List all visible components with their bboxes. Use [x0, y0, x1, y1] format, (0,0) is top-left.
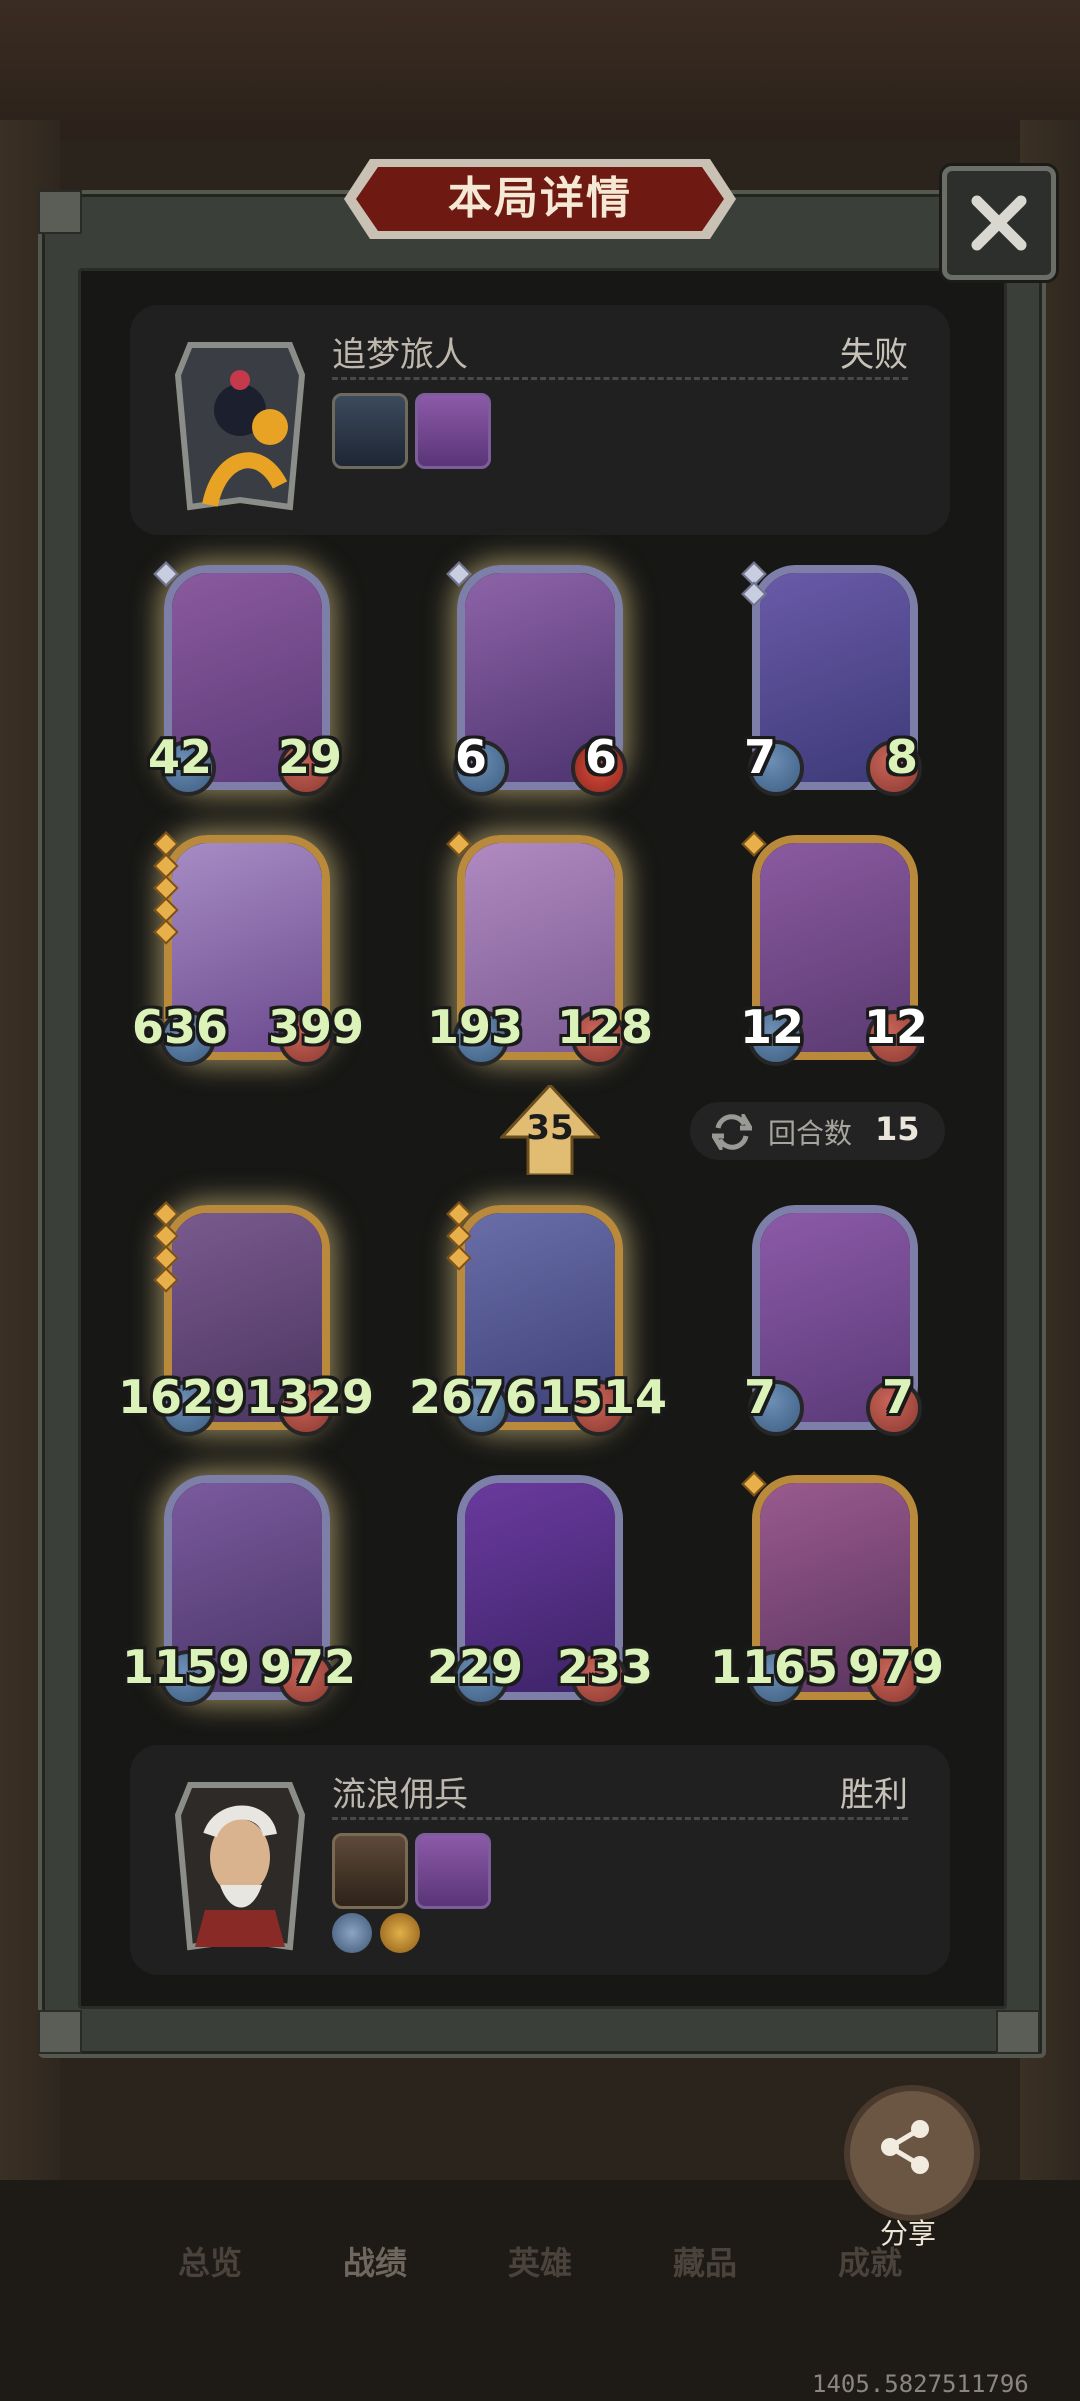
attack-value: 1629: [118, 1370, 247, 1424]
frame-corner: [996, 2010, 1040, 2054]
opponent-avatar[interactable]: [170, 335, 310, 515]
share-button[interactable]: [844, 2085, 980, 2221]
player-card[interactable]: 1159 972: [122, 1465, 356, 1710]
attack-value: 229: [427, 1640, 524, 1694]
attack-value: 193: [427, 1000, 524, 1054]
opponent-card[interactable]: 42 29: [148, 555, 342, 800]
tab-records[interactable]: 战绩: [315, 2238, 435, 2284]
divider: [332, 1817, 908, 1820]
title-plate: 本局详情: [340, 155, 740, 243]
player-card[interactable]: 229 233: [427, 1465, 653, 1710]
player-card[interactable]: 1629 1329: [118, 1195, 374, 1440]
player-result: 胜利: [840, 1775, 908, 1815]
opponent-name: 追梦旅人: [332, 335, 468, 375]
sword-chip-icon[interactable]: [332, 1913, 372, 1953]
frame-corner: [38, 2010, 82, 2054]
close-icon: [971, 195, 1027, 251]
attack-value: 636: [132, 1000, 229, 1054]
health-value: 128: [556, 1000, 653, 1054]
close-button[interactable]: [942, 166, 1056, 280]
rounds-label: 回合数: [768, 1117, 853, 1150]
opponent-result: 失败: [840, 335, 908, 375]
tab-achievements[interactable]: 成就: [810, 2238, 930, 2284]
fire-lantern-item[interactable]: [332, 1833, 408, 1909]
opponent-panel: 追梦旅人 失败: [130, 305, 950, 535]
health-value: 6: [584, 730, 617, 784]
player-card[interactable]: 7 7: [740, 1195, 930, 1440]
opponent-card[interactable]: 636 399: [132, 825, 364, 1070]
level-value: 35: [526, 1108, 574, 1148]
health-value: 7: [881, 1370, 914, 1424]
health-value: 29: [277, 730, 342, 784]
attack-value: 6: [455, 730, 488, 784]
page-title: 本局详情: [448, 173, 632, 224]
rounds-value: 15: [875, 1110, 920, 1148]
health-value: 8: [885, 730, 918, 784]
tab-collection[interactable]: 藏品: [645, 2238, 765, 2284]
player-card[interactable]: 1165 979: [710, 1465, 944, 1710]
jewel-chest-item[interactable]: [415, 393, 491, 469]
attack-value: 42: [148, 730, 213, 784]
jewel-chest-item[interactable]: [415, 1833, 491, 1909]
attack-value: 1165: [710, 1640, 839, 1694]
health-value: 12: [863, 1000, 928, 1054]
attack-value: 12: [740, 1000, 805, 1054]
player-panel: 流浪佣兵 胜利: [130, 1745, 950, 1975]
opponent-card[interactable]: 7 8: [740, 555, 930, 800]
health-value: 972: [259, 1640, 356, 1694]
gold-ring-chip-icon[interactable]: [380, 1913, 420, 1953]
health-value: 1329: [245, 1370, 374, 1424]
cycle-icon: [712, 1114, 752, 1150]
health-value: 1514: [538, 1370, 667, 1424]
attack-value: 1159: [122, 1640, 251, 1694]
player-name: 流浪佣兵: [332, 1775, 468, 1815]
background-top: [0, 0, 1080, 140]
tab-overview[interactable]: 总览: [150, 2238, 270, 2284]
attack-value: 2676: [409, 1370, 538, 1424]
attack-value: 7: [744, 730, 777, 784]
opponent-card[interactable]: 12 12: [740, 825, 930, 1070]
player-card[interactable]: 2676 1514: [409, 1195, 667, 1440]
health-value: 399: [267, 1000, 364, 1054]
tab-heroes[interactable]: 英雄: [480, 2238, 600, 2284]
attack-value: 7: [744, 1370, 777, 1424]
opponent-card[interactable]: 193 128: [427, 825, 653, 1070]
frame-corner: [38, 190, 82, 234]
player-avatar[interactable]: [170, 1775, 310, 1955]
footer-id: 1405.5827511796: [812, 2370, 1029, 2398]
health-value: 979: [847, 1640, 944, 1694]
health-value: 233: [556, 1640, 653, 1694]
share-icon: [881, 2120, 929, 2174]
divider: [332, 377, 908, 380]
shadow-creature-item[interactable]: [332, 393, 408, 469]
opponent-card[interactable]: 6 6: [445, 555, 635, 800]
rounds-badge: 回合数 15: [690, 1102, 945, 1160]
